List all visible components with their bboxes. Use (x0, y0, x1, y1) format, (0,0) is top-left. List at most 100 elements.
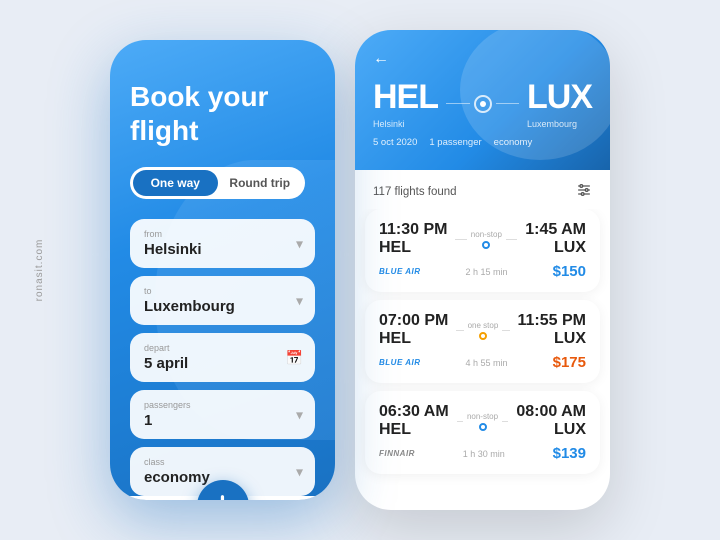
depart-value: 5 april (144, 355, 301, 372)
one-way-button[interactable]: One way (133, 170, 218, 196)
stop-line-left-2 (456, 330, 463, 331)
flight-2-arrival-time: 11:55 PM (518, 312, 586, 330)
to-chevron-icon: ▾ (296, 292, 303, 309)
passengers-field[interactable]: passengers 1 ▾ (130, 390, 315, 439)
flight-card-2[interactable]: 07:00 PM HEL one stop 11:55 PM LUX (365, 300, 600, 383)
flight-2-airline: BLUE AIR (379, 358, 420, 367)
stop-line-right-3 (502, 421, 508, 422)
flight-1-duration: 2 h 15 min (466, 267, 508, 277)
stop-container-2: one stop (468, 321, 499, 340)
results-phone: ← HEL Helsinki LUX Luxembourg 5 oct 2020 (355, 30, 610, 510)
from-label: from (144, 229, 301, 239)
flight-card-1[interactable]: 11:30 PM HEL non-stop 1:45 AM LUX (365, 209, 600, 292)
flight-3-stop-dot (479, 423, 487, 431)
from-field[interactable]: from Helsinki ▾ (130, 219, 315, 268)
class-chevron-icon: ▾ (296, 463, 303, 480)
flight-3-depart-time: 06:30 AM (379, 403, 449, 421)
flight-2-to-code: LUX (518, 330, 586, 348)
flight-3-stop-label: non-stop (467, 412, 498, 421)
to-code: LUX (527, 78, 592, 117)
route-arrow (446, 95, 519, 113)
stop-line-right (506, 239, 517, 240)
flight-1-stop-dot (482, 241, 490, 249)
trip-type-toggle: One way Round trip (130, 167, 305, 199)
calendar-icon: 📅 (286, 349, 303, 366)
flight-1-depart: 11:30 PM HEL (379, 221, 447, 257)
flight-card-3-top: 06:30 AM HEL non-stop 08:00 AM LUX (379, 403, 586, 439)
flight-3-price: $139 (553, 445, 586, 462)
flight-1-arrival-time: 1:45 AM (525, 221, 586, 239)
flight-card-2-top: 07:00 PM HEL one stop 11:55 PM LUX (379, 312, 586, 348)
stop-line-left (455, 239, 466, 240)
passengers-label: passengers (144, 400, 301, 410)
flight-1-arrival: 1:45 AM LUX (525, 221, 586, 257)
flight-2-depart-time: 07:00 PM (379, 312, 448, 330)
to-value: Luxembourg (144, 298, 301, 315)
stop-line-left-3 (457, 421, 463, 422)
flight-3-arrival: 08:00 AM LUX (516, 403, 586, 439)
flight-3-bottom: FINNAIR 1 h 30 min $139 (379, 445, 586, 462)
flight-2-from-code: HEL (379, 330, 448, 348)
flight-3-arrival-time: 08:00 AM (516, 403, 586, 421)
flight-3-from-code: HEL (379, 421, 449, 439)
flight-passengers: 1 passenger (429, 137, 481, 148)
flight-1-depart-time: 11:30 PM (379, 221, 447, 239)
route-display: HEL Helsinki LUX Luxembourg (373, 78, 592, 129)
flight-3-depart: 06:30 AM HEL (379, 403, 449, 439)
flight-meta: 5 oct 2020 1 passenger economy (373, 137, 592, 148)
to-field[interactable]: to Luxembourg ▾ (130, 276, 315, 325)
booking-phone: Book yourflight One way Round trip from … (110, 40, 335, 500)
flight-2-arrival: 11:55 PM LUX (518, 312, 586, 348)
flight-1-from-code: HEL (379, 239, 447, 257)
from-route: HEL Helsinki (373, 78, 438, 129)
stop-container: non-stop (471, 230, 502, 249)
stop-container-3: non-stop (467, 412, 498, 431)
flight-class: economy (494, 137, 533, 148)
flight-1-stop-label: non-stop (471, 230, 502, 239)
booking-title: Book yourflight (130, 80, 315, 147)
passengers-value: 1 (144, 412, 301, 429)
flight-1-bottom: BLUE AIR 2 h 15 min $150 (379, 263, 586, 280)
route-line-right (496, 103, 520, 104)
flight-card-1-top: 11:30 PM HEL non-stop 1:45 AM LUX (379, 221, 586, 257)
flight-2-price: $175 (553, 354, 586, 371)
flight-2-stop-label: one stop (468, 321, 499, 330)
flight-1-price: $150 (553, 263, 586, 280)
flights-count: 117 flights found (373, 186, 457, 198)
from-city: Helsinki (373, 119, 438, 129)
booking-content: Book yourflight One way Round trip from … (110, 40, 335, 500)
flight-2-duration: 4 h 55 min (466, 358, 508, 368)
flight-card-3[interactable]: 06:30 AM HEL non-stop 08:00 AM LUX (365, 391, 600, 474)
passengers-chevron-icon: ▾ (296, 406, 303, 423)
flight-2-stop-dot (479, 332, 487, 340)
flight-1-stop-row: non-stop (455, 230, 517, 249)
flight-2-depart: 07:00 PM HEL (379, 312, 448, 348)
flight-3-airline: FINNAIR (379, 449, 415, 458)
flight-1-airline: BLUE AIR (379, 267, 420, 276)
depart-label: depart (144, 343, 301, 353)
watermark-text: ronasit.com (34, 239, 45, 302)
depart-field[interactable]: depart 5 april 📅 (130, 333, 315, 382)
bottom-navigation (130, 496, 315, 500)
route-line-left (446, 103, 470, 104)
to-city: Luxembourg (527, 119, 592, 129)
flight-1-to-code: LUX (525, 239, 586, 257)
flight-3-duration: 1 h 30 min (463, 449, 505, 459)
phones-container: Book yourflight One way Round trip from … (110, 30, 610, 510)
booking-form: from Helsinki ▾ to Luxembourg ▾ depart 5… (130, 219, 315, 496)
flight-header: ← HEL Helsinki LUX Luxembourg 5 oct 2020 (355, 30, 610, 170)
class-label: class (144, 457, 301, 467)
to-label: to (144, 286, 301, 296)
stop-line-right-2 (502, 330, 509, 331)
filter-icon[interactable] (576, 182, 592, 201)
flight-3-to-code: LUX (516, 421, 586, 439)
flight-2-stop-row: one stop (456, 321, 509, 340)
route-circle-icon (474, 95, 492, 113)
from-value: Helsinki (144, 241, 301, 258)
back-button[interactable]: ← (373, 50, 389, 68)
from-code: HEL (373, 78, 438, 117)
flight-date: 5 oct 2020 (373, 137, 417, 148)
round-trip-button[interactable]: Round trip (218, 170, 303, 196)
flights-list-header: 117 flights found (355, 170, 610, 209)
flight-2-bottom: BLUE AIR 4 h 55 min $175 (379, 354, 586, 371)
